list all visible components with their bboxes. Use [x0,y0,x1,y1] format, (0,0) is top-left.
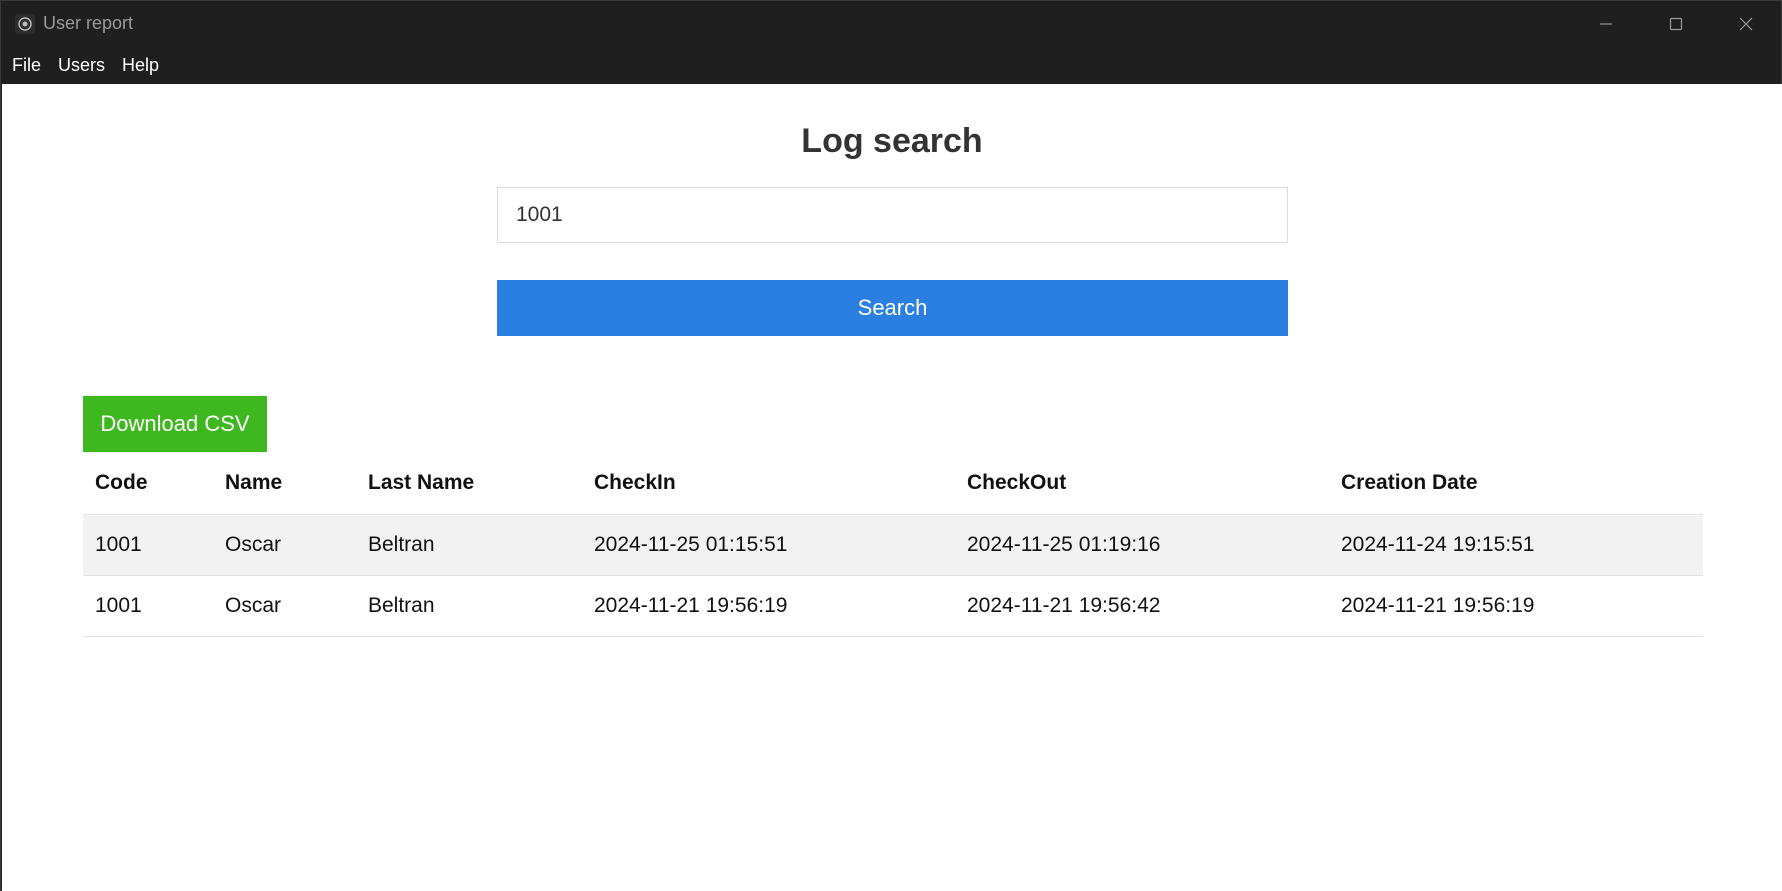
cell-name: Oscar [213,575,356,637]
cell-name: Oscar [213,514,356,576]
window-controls [1571,1,1781,46]
cell-code: 1001 [83,514,213,576]
cell-checkin: 2024-11-21 19:56:19 [582,575,955,637]
column-header-creation-date[interactable]: Creation Date [1329,452,1703,515]
table-row[interactable]: 1001 Oscar Beltran 2024-11-25 01:15:51 2… [83,514,1703,576]
column-header-checkin[interactable]: CheckIn [582,452,955,515]
maximize-button[interactable] [1641,1,1711,46]
window-title: User report [43,13,134,33]
cell-checkout: 2024-11-21 19:56:42 [955,575,1329,637]
download-csv-button[interactable]: Download CSV [83,396,267,452]
menu-bar: File Users Help [1,46,1781,84]
cell-last-name: Beltran [356,575,582,637]
menu-users[interactable]: Users [49,55,113,76]
table-header-row: Code Name Last Name CheckIn CheckOut Cre… [83,452,1703,515]
search-button[interactable]: Search [497,280,1288,336]
title-bar[interactable]: User report [1,1,1781,46]
minimize-icon [1600,22,1612,25]
page-title: Log search [801,122,983,160]
main-content: Log search Search Download CSV Code Name… [2,84,1782,891]
column-header-name[interactable]: Name [213,452,356,515]
log-table: Code Name Last Name CheckIn CheckOut Cre… [83,452,1703,637]
column-header-last-name[interactable]: Last Name [356,452,582,515]
menu-file[interactable]: File [1,55,49,76]
cell-creation-date: 2024-11-24 19:15:51 [1329,514,1703,576]
maximize-icon [1669,17,1683,30]
cell-creation-date: 2024-11-21 19:56:19 [1329,575,1703,637]
menu-help[interactable]: Help [113,55,167,76]
table-row[interactable]: 1001 Oscar Beltran 2024-11-21 19:56:19 2… [83,575,1703,637]
cell-checkin: 2024-11-25 01:15:51 [582,514,955,576]
search-input[interactable] [497,187,1288,243]
minimize-button[interactable] [1571,1,1641,46]
app-window: User report File Users Help Log search 1… [0,0,1782,891]
close-button[interactable] [1711,1,1781,46]
cell-checkout: 2024-11-25 01:19:16 [955,514,1329,576]
cell-code: 1001 [83,575,213,637]
column-header-code[interactable]: Code [83,452,213,515]
column-header-checkout[interactable]: CheckOut [955,452,1329,515]
close-icon [1739,17,1753,30]
cell-last-name: Beltran [356,514,582,576]
app-logo-icon [15,13,35,34]
